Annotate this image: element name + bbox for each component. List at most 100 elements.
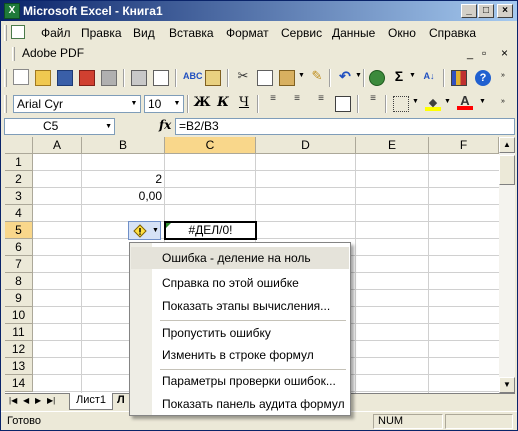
menu-help[interactable]: Справка — [429, 26, 476, 40]
menu-item-show-formula-auditing-toolbar[interactable]: Показать панель аудита формул — [131, 393, 349, 415]
copy-icon[interactable] — [257, 70, 273, 86]
sheet-tab-partial[interactable]: Л — [117, 394, 125, 406]
fill-color-dropdown-icon[interactable]: ▼ — [444, 98, 451, 105]
select-all-corner[interactable] — [5, 137, 33, 154]
row-header[interactable]: 10 — [5, 307, 33, 324]
row-header[interactable]: 11 — [5, 324, 33, 341]
print-icon[interactable] — [131, 70, 147, 86]
row-header[interactable]: 12 — [5, 341, 33, 358]
autosum-dropdown-icon[interactable]: ▼ — [409, 72, 416, 79]
toolbar-options-icon[interactable]: » — [501, 98, 505, 105]
menubar-grip[interactable] — [4, 25, 7, 41]
toolbar-options-icon[interactable]: » — [501, 72, 505, 79]
help-icon[interactable]: ? — [475, 70, 491, 86]
row-header[interactable]: 9 — [5, 290, 33, 307]
autosum-icon[interactable]: Σ — [391, 68, 407, 84]
scroll-thumb[interactable] — [499, 155, 515, 185]
menu-file[interactable]: Файл — [41, 26, 71, 40]
hyperlink-icon[interactable] — [369, 70, 385, 86]
cell-c5[interactable]: #ДЕЛ/0! — [164, 221, 257, 240]
menu-adobe-pdf[interactable]: Adobe PDF — [22, 46, 84, 60]
row-header[interactable]: 1 — [5, 154, 33, 171]
menu-item-show-calculation-steps[interactable]: Показать этапы вычисления... — [131, 295, 349, 317]
vertical-scrollbar[interactable]: ▲ ▼ — [499, 137, 515, 393]
doc-minimize-icon[interactable]: _ — [467, 48, 473, 60]
row-header[interactable]: 6 — [5, 239, 33, 256]
menu-insert[interactable]: Вставка — [169, 26, 214, 40]
font-size-select[interactable]: 10 ▼ — [144, 95, 184, 113]
menu-item-ignore-error[interactable]: Пропустить ошибку — [131, 322, 349, 344]
last-sheet-icon[interactable]: ▶| — [47, 396, 55, 405]
toolbar-grip[interactable] — [4, 69, 7, 87]
maximize-button[interactable]: □ — [478, 4, 494, 18]
row-header[interactable]: 7 — [5, 256, 33, 273]
next-sheet-icon[interactable]: ▶ — [35, 396, 41, 405]
print-preview-icon[interactable] — [153, 70, 169, 86]
cell-b2[interactable]: 2 — [82, 171, 162, 188]
adobe-grip[interactable] — [12, 47, 15, 61]
menu-format[interactable]: Формат — [226, 26, 269, 40]
menu-item-edit-in-formula-bar[interactable]: Изменить в строке формул — [131, 344, 349, 366]
column-header-d[interactable]: D — [256, 137, 356, 154]
excel-icon[interactable]: X — [4, 3, 20, 19]
permission-icon[interactable] — [101, 70, 117, 86]
new-icon[interactable] — [13, 69, 29, 85]
chevron-down-icon[interactable]: ▼ — [128, 96, 140, 112]
column-header-f[interactable]: F — [429, 137, 499, 154]
fill-color-icon[interactable]: ◆ — [425, 95, 441, 111]
close-button[interactable]: × — [497, 4, 513, 18]
name-box[interactable]: C5 ▼ — [4, 118, 115, 135]
align-right-icon[interactable]: ≡ — [313, 94, 329, 112]
scroll-down-icon[interactable]: ▼ — [499, 377, 515, 393]
row-header[interactable]: 5 — [5, 222, 33, 239]
doc-close-icon[interactable]: × — [501, 46, 508, 60]
formula-input[interactable]: =B2/B3 — [175, 118, 515, 135]
borders-dropdown-icon[interactable]: ▼ — [412, 98, 419, 105]
doc-restore-icon[interactable]: ▫ — [482, 46, 486, 60]
format-painter-icon[interactable]: ✎ — [309, 68, 325, 84]
borders-icon[interactable] — [393, 96, 409, 112]
chevron-down-icon[interactable]: ▼ — [105, 119, 112, 134]
pdf-icon[interactable] — [79, 70, 95, 86]
prev-sheet-icon[interactable]: ◀ — [23, 396, 29, 405]
save-icon[interactable] — [57, 70, 73, 86]
menu-item-help-on-error[interactable]: Справка по этой ошибке — [131, 272, 349, 294]
underline-button[interactable]: Ч — [235, 94, 253, 112]
chart-wizard-icon[interactable] — [451, 70, 467, 86]
italic-button[interactable]: К — [214, 94, 232, 112]
spelling-icon[interactable]: ABC — [183, 68, 203, 84]
open-icon[interactable] — [35, 70, 51, 86]
undo-icon[interactable]: ↶ — [337, 68, 353, 84]
row-header[interactable]: 8 — [5, 273, 33, 290]
paste-icon[interactable] — [279, 70, 295, 86]
menu-window[interactable]: Окно — [388, 26, 416, 40]
align-center-icon[interactable]: ≡ — [289, 94, 305, 112]
row-header[interactable]: 4 — [5, 205, 33, 222]
column-header-e[interactable]: E — [356, 137, 429, 154]
menu-view[interactable]: Вид — [133, 26, 155, 40]
column-header-b[interactable]: B — [82, 137, 165, 154]
insert-function-icon[interactable]: fx — [159, 118, 171, 132]
toolbar-grip[interactable] — [4, 95, 7, 113]
font-name-select[interactable]: Arial Cyr ▼ — [13, 95, 141, 113]
sort-ascending-icon[interactable]: А↓ — [421, 68, 437, 84]
column-header-a[interactable]: A — [33, 137, 82, 154]
cell-b3[interactable]: 0,00 — [82, 188, 162, 205]
document-icon[interactable] — [11, 25, 25, 39]
menu-tools[interactable]: Сервис — [281, 26, 322, 40]
minimize-button[interactable]: _ — [461, 4, 477, 18]
menu-data[interactable]: Данные — [332, 26, 375, 40]
research-icon[interactable] — [205, 70, 221, 86]
chevron-down-icon[interactable]: ▼ — [171, 96, 183, 112]
row-header[interactable]: 3 — [5, 188, 33, 205]
row-header[interactable]: 13 — [5, 358, 33, 375]
menu-edit[interactable]: Правка — [81, 26, 122, 40]
scroll-up-icon[interactable]: ▲ — [499, 137, 515, 153]
first-sheet-icon[interactable]: |◀ — [9, 396, 17, 405]
row-header[interactable]: 2 — [5, 171, 33, 188]
error-checking-button[interactable]: ▼ — [128, 221, 161, 240]
cut-icon[interactable]: ✂ — [235, 68, 251, 84]
menu-item-error-checking-options[interactable]: Параметры проверки ошибок... — [131, 370, 349, 392]
sheet-tab-active[interactable]: Лист1 — [69, 393, 114, 410]
row-header[interactable]: 14 — [5, 375, 33, 392]
